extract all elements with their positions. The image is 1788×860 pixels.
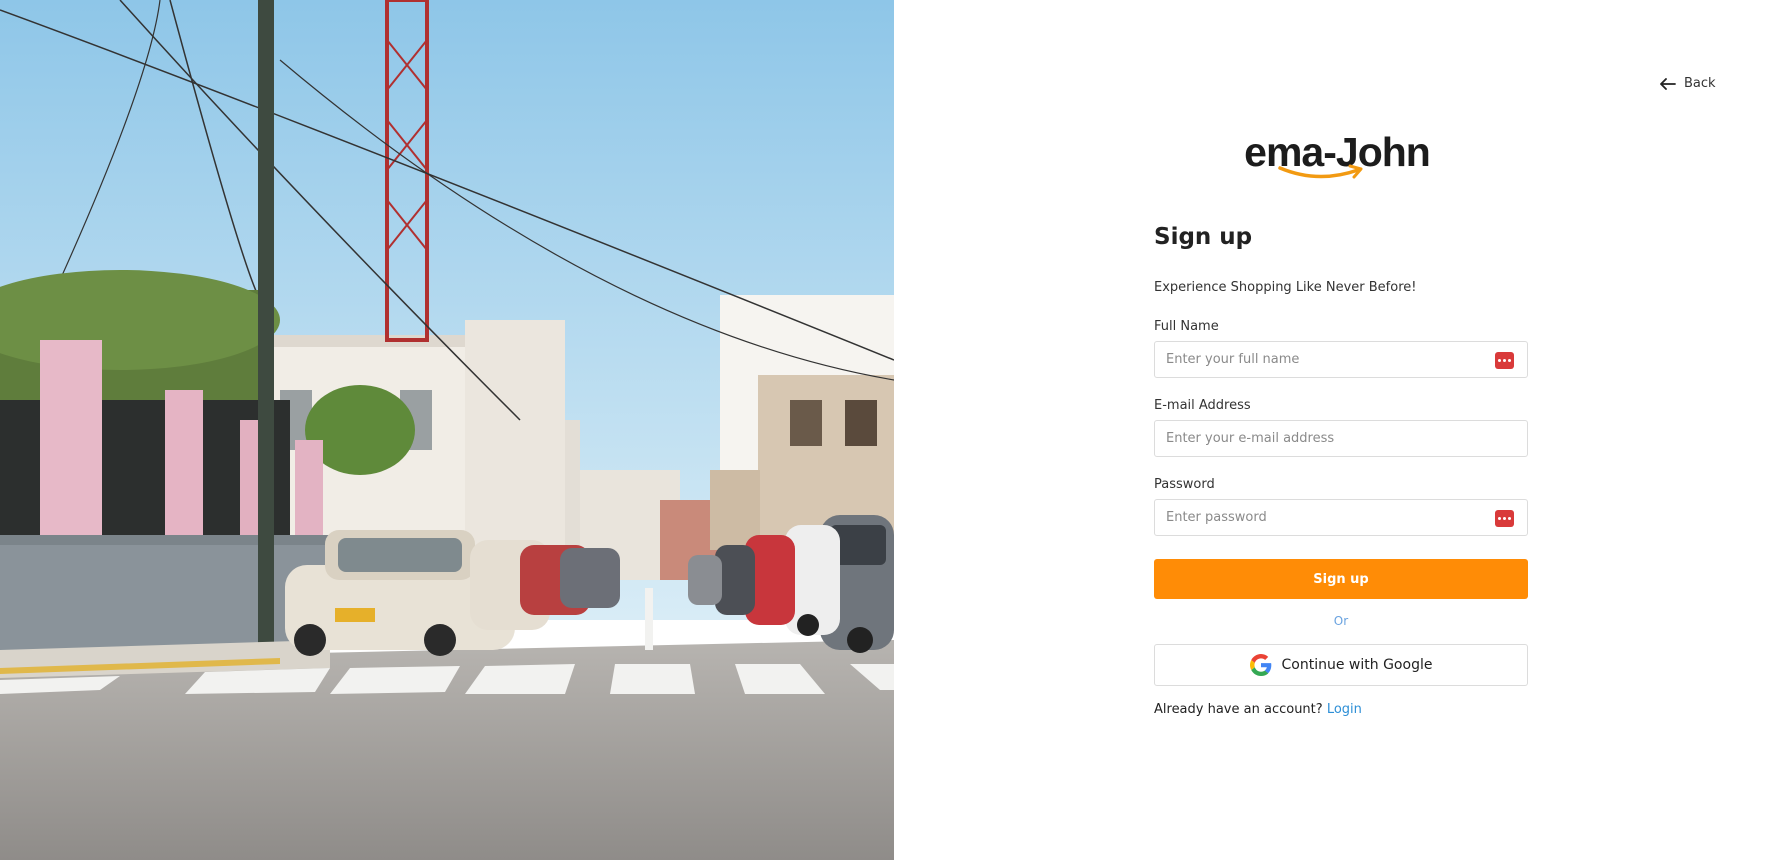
login-prompt-text: Already have an account? (1154, 702, 1323, 717)
password-input[interactable] (1155, 500, 1527, 535)
or-divider: Or (1333, 614, 1349, 628)
amazon-smile-arrow-icon (1278, 164, 1363, 179)
back-label: Back (1684, 76, 1716, 91)
ema-john-logo: ema-John (1242, 128, 1432, 186)
google-button-label: Continue with Google (1281, 657, 1433, 673)
arrow-left-icon (1660, 77, 1676, 90)
email-input-box (1154, 420, 1528, 457)
signup-button[interactable]: Sign up (1154, 559, 1528, 599)
full-name-input[interactable] (1155, 342, 1527, 377)
email-label: E-mail Address (1154, 398, 1251, 413)
password-manager-icon[interactable] (1495, 510, 1514, 527)
login-prompt: Already have an account? Login (1154, 701, 1528, 719)
full-name-field: Full Name (1154, 318, 1528, 378)
password-manager-icon[interactable] (1495, 352, 1514, 369)
full-name-input-box (1154, 341, 1528, 378)
continue-with-google-button[interactable]: Continue with Google (1154, 644, 1528, 686)
password-input-box (1154, 499, 1528, 536)
street-photo-illustration (0, 0, 894, 860)
login-link[interactable]: Login (1327, 702, 1362, 717)
password-label: Password (1154, 477, 1215, 492)
full-name-label: Full Name (1154, 319, 1219, 334)
signup-panel: Back ema-John Sign up Experience Shoppin… (894, 0, 1788, 860)
page-title: Sign up (1154, 224, 1253, 250)
google-g-icon (1249, 654, 1271, 676)
back-link[interactable]: Back (1660, 76, 1716, 91)
password-field: Password (1154, 476, 1528, 536)
email-field: E-mail Address (1154, 397, 1528, 457)
street-photo (0, 0, 894, 860)
page-subtitle: Experience Shopping Like Never Before! (1154, 280, 1417, 295)
email-input[interactable] (1155, 421, 1527, 456)
signup-form: Sign up Experience Shopping Like Never B… (1154, 222, 1528, 719)
